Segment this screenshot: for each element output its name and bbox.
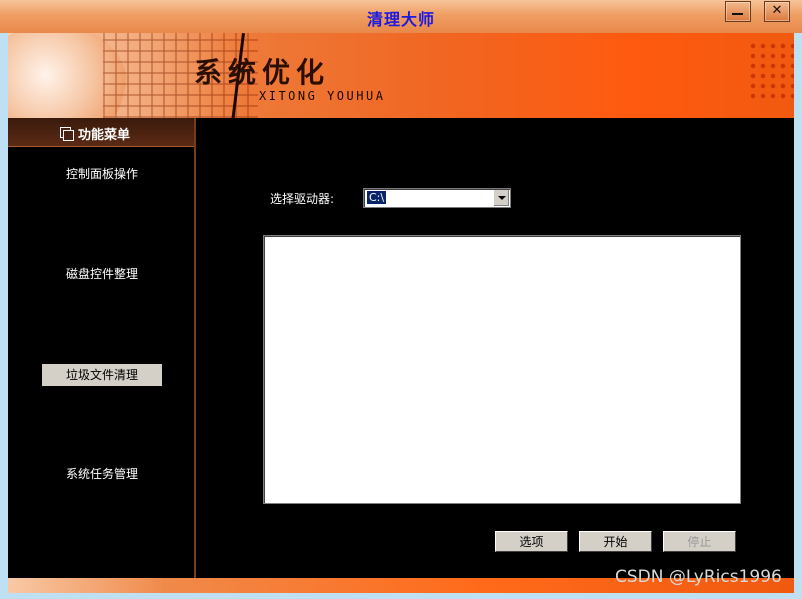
options-button[interactable]: 选项 bbox=[495, 531, 568, 552]
drive-label: 选择驱动器: bbox=[270, 192, 335, 206]
file-list-box[interactable] bbox=[263, 235, 741, 504]
minimize-icon bbox=[732, 13, 743, 15]
sidebar: 功能菜单 控制面板操作 磁盘控件整理 垃圾文件清理 系统任务管理 bbox=[8, 118, 196, 593]
minimize-button[interactable] bbox=[725, 1, 751, 22]
client-area: 系统优化 XITONG YOUHUA 功能菜单 控制面板操作 磁盘控件整理 垃圾… bbox=[8, 33, 794, 593]
banner: 系统优化 XITONG YOUHUA bbox=[8, 33, 794, 118]
menu-header: 功能菜单 bbox=[8, 118, 194, 147]
start-button[interactable]: 开始 bbox=[579, 531, 652, 552]
banner-title: 系统优化 bbox=[194, 56, 331, 89]
sidebar-item-task-manager[interactable]: 系统任务管理 bbox=[42, 463, 162, 485]
dots-graphic bbox=[748, 41, 794, 101]
close-icon: ✕ bbox=[771, 3, 783, 18]
watermark: CSDN @LyRics1996 bbox=[615, 567, 782, 587]
title-bar[interactable]: 清理大师 ✕ bbox=[0, 0, 802, 33]
chevron-down-icon[interactable] bbox=[493, 190, 509, 206]
menu-header-label: 功能菜单 bbox=[78, 128, 131, 143]
close-button[interactable]: ✕ bbox=[764, 1, 790, 22]
sidebar-item-junk-cleanup[interactable]: 垃圾文件清理 bbox=[42, 364, 162, 386]
drive-select-value: C:\ bbox=[367, 191, 387, 204]
sidebar-item-disk-defrag[interactable]: 磁盘控件整理 bbox=[42, 263, 162, 285]
app-window: 清理大师 ✕ 系统优化 XITONG YOUHUA 功能菜单 控制面板操作 磁盘… bbox=[0, 0, 802, 599]
sidebar-item-control-panel[interactable]: 控制面板操作 bbox=[42, 163, 162, 185]
drive-select[interactable]: C:\ bbox=[363, 188, 511, 208]
windows-icon bbox=[60, 127, 74, 141]
banner-subtitle: XITONG YOUHUA bbox=[259, 89, 386, 103]
content-panel: 选择驱动器: C:\ 选项 开始 停止 bbox=[206, 128, 781, 588]
window-title: 清理大师 bbox=[366, 10, 435, 29]
stop-button[interactable]: 停止 bbox=[663, 531, 736, 552]
